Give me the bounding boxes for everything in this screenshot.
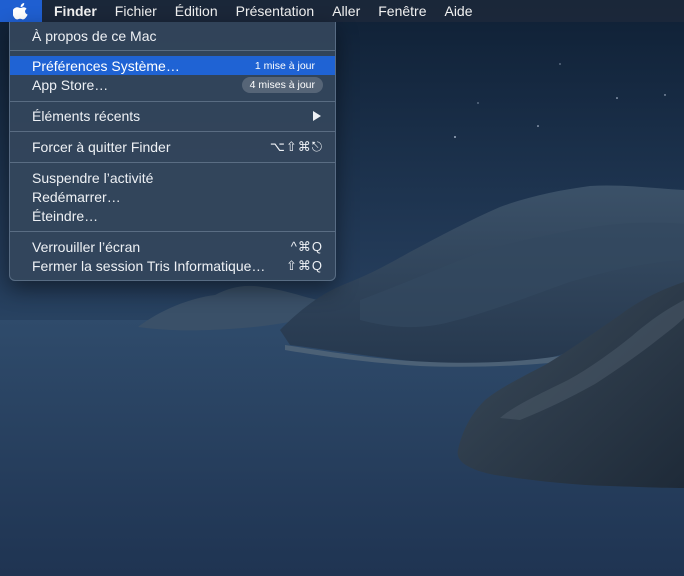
about-label: À propos de ce Mac bbox=[32, 27, 157, 44]
lock-screen-shortcut: ^⌘Q bbox=[290, 238, 323, 254]
menu-item-restart[interactable]: Redémarrer… bbox=[10, 187, 335, 206]
logout-shortcut: ⇧⌘Q bbox=[285, 257, 323, 273]
menu-item-shutdown[interactable]: Éteindre… bbox=[10, 206, 335, 225]
logout-label: Fermer la session Tris Informatique… bbox=[32, 257, 266, 274]
force-quit-shortcut: ⌥⇧⌘⎋ bbox=[269, 138, 323, 154]
apple-menu-dropdown: À propos de ce Mac Préférences Système… … bbox=[9, 22, 336, 281]
menu-item-system-preferences[interactable]: Préférences Système… 1 mise à jour bbox=[10, 56, 335, 75]
menu-item-about[interactable]: À propos de ce Mac bbox=[10, 26, 335, 45]
apple-menu-button[interactable] bbox=[0, 0, 42, 22]
menu-aide[interactable]: Aide bbox=[435, 0, 481, 22]
update-badge: 4 mises à jour bbox=[241, 76, 323, 93]
menu-bar: Finder Fichier Édition Présentation Alle… bbox=[0, 0, 684, 22]
menu-fichier[interactable]: Fichier bbox=[106, 0, 166, 22]
menu-item-recent-items[interactable]: Éléments récents bbox=[10, 106, 335, 125]
chevron-right-icon bbox=[313, 110, 321, 121]
sleep-label: Suspendre l’activité bbox=[32, 169, 154, 186]
force-quit-label: Forcer à quitter Finder bbox=[32, 138, 171, 155]
menu-presentation[interactable]: Présentation bbox=[227, 0, 324, 22]
recent-items-label: Éléments récents bbox=[32, 107, 141, 124]
menu-separator bbox=[10, 162, 335, 163]
lock-screen-label: Verrouiller l’écran bbox=[32, 238, 141, 255]
system-preferences-label: Préférences Système… bbox=[32, 57, 180, 74]
menu-fenetre[interactable]: Fenêtre bbox=[369, 0, 435, 22]
update-badge: 1 mise à jour bbox=[254, 59, 315, 72]
app-store-label: App Store… bbox=[32, 76, 109, 93]
menu-separator bbox=[10, 231, 335, 232]
menu-item-logout[interactable]: Fermer la session Tris Informatique… ⇧⌘Q bbox=[10, 256, 335, 275]
menu-aller[interactable]: Aller bbox=[323, 0, 369, 22]
menu-item-force-quit[interactable]: Forcer à quitter Finder ⌥⇧⌘⎋ bbox=[10, 137, 335, 156]
apple-icon bbox=[13, 3, 28, 20]
shutdown-label: Éteindre… bbox=[32, 207, 99, 224]
menu-separator bbox=[10, 101, 335, 102]
menu-item-sleep[interactable]: Suspendre l’activité bbox=[10, 168, 335, 187]
menu-separator bbox=[10, 50, 335, 51]
menu-item-app-store[interactable]: App Store… 4 mises à jour bbox=[10, 75, 335, 94]
menu-item-lock-screen[interactable]: Verrouiller l’écran ^⌘Q bbox=[10, 237, 335, 256]
menu-separator bbox=[10, 131, 335, 132]
menu-edition[interactable]: Édition bbox=[166, 0, 227, 22]
restart-label: Redémarrer… bbox=[32, 188, 121, 205]
menu-finder[interactable]: Finder bbox=[42, 0, 106, 22]
